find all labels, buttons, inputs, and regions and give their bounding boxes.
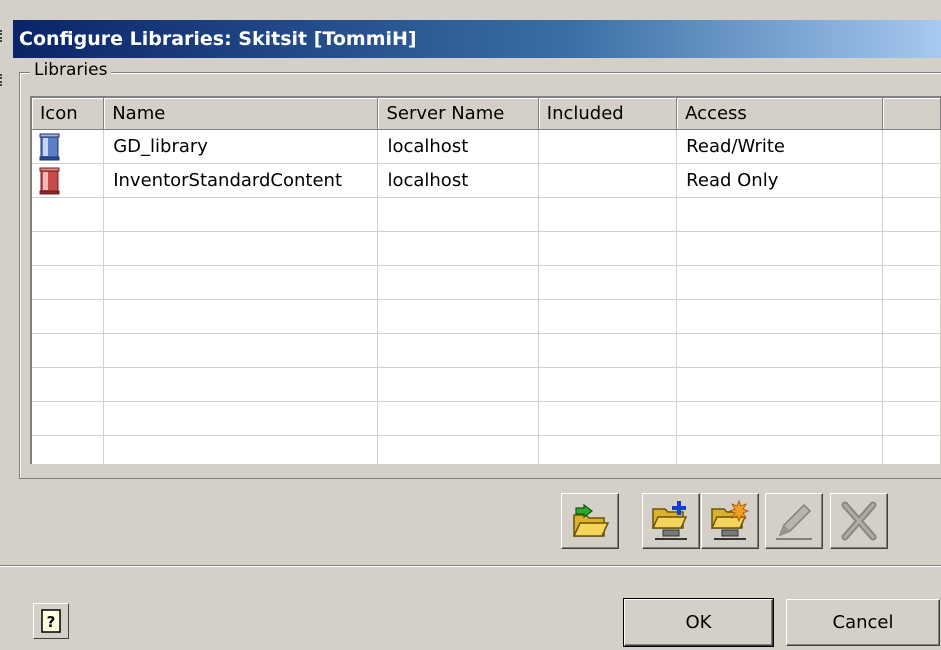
row-included xyxy=(538,163,678,198)
row-name: InventorStandardContent xyxy=(103,163,379,198)
empty-row xyxy=(32,435,941,464)
row-server: localhost xyxy=(377,163,539,198)
column-header-included[interactable]: Included xyxy=(538,98,678,130)
ok-button[interactable]: OK xyxy=(623,598,774,647)
empty-row xyxy=(32,401,941,436)
row-name: GD_library xyxy=(103,129,379,164)
edit-library-button[interactable] xyxy=(765,493,823,549)
window-title: Configure Libraries: Skitsit [TommiH] xyxy=(19,28,417,50)
edge-marker xyxy=(0,74,7,86)
row-filler xyxy=(882,129,941,164)
row-access: Read Only xyxy=(676,163,884,198)
row-icon-cell xyxy=(32,163,105,198)
add-library-icon xyxy=(651,501,688,540)
libraries-group-label: Libraries xyxy=(30,59,112,81)
empty-row xyxy=(32,299,941,334)
edge-marker xyxy=(0,30,7,42)
new-library-button[interactable] xyxy=(701,493,759,549)
row-access: Read/Write xyxy=(676,129,884,164)
empty-row xyxy=(32,265,941,300)
help-icon: ? xyxy=(41,609,61,633)
table-header: Icon Name Server Name Included Access xyxy=(32,98,941,130)
row-server: localhost xyxy=(377,129,539,164)
column-header-server-name[interactable]: Server Name xyxy=(377,98,539,130)
blue-library-icon xyxy=(39,133,60,160)
row-included xyxy=(538,129,678,164)
empty-row xyxy=(32,333,941,368)
open-folder-icon xyxy=(572,503,610,537)
libraries-table[interactable]: Icon Name Server Name Included Access GD… xyxy=(30,96,941,464)
column-header-icon[interactable]: Icon xyxy=(32,98,105,130)
add-library-button[interactable] xyxy=(642,493,700,549)
column-header-name[interactable]: Name xyxy=(103,98,379,130)
footer-separator xyxy=(0,565,941,567)
red-library-icon xyxy=(39,167,60,194)
row-icon-cell xyxy=(32,129,105,164)
edit-icon xyxy=(776,503,812,540)
cancel-button[interactable]: Cancel xyxy=(786,599,940,646)
table-row[interactable]: InventorStandardContent localhost Read O… xyxy=(32,163,941,198)
title-bar[interactable]: Configure Libraries: Skitsit [TommiH] xyxy=(13,20,941,58)
help-button[interactable]: ? xyxy=(33,603,69,639)
column-header-filler xyxy=(882,98,941,130)
new-library-icon xyxy=(710,499,750,540)
delete-icon xyxy=(841,501,877,541)
empty-row xyxy=(32,197,941,232)
row-filler xyxy=(882,163,941,198)
open-library-button[interactable] xyxy=(561,493,619,549)
help-label: ? xyxy=(47,613,56,631)
table-row[interactable]: GD_library localhost Read/Write xyxy=(32,129,941,164)
column-header-access[interactable]: Access xyxy=(676,98,884,130)
empty-row xyxy=(32,367,941,402)
delete-library-button[interactable] xyxy=(830,493,888,549)
empty-row xyxy=(32,231,941,266)
